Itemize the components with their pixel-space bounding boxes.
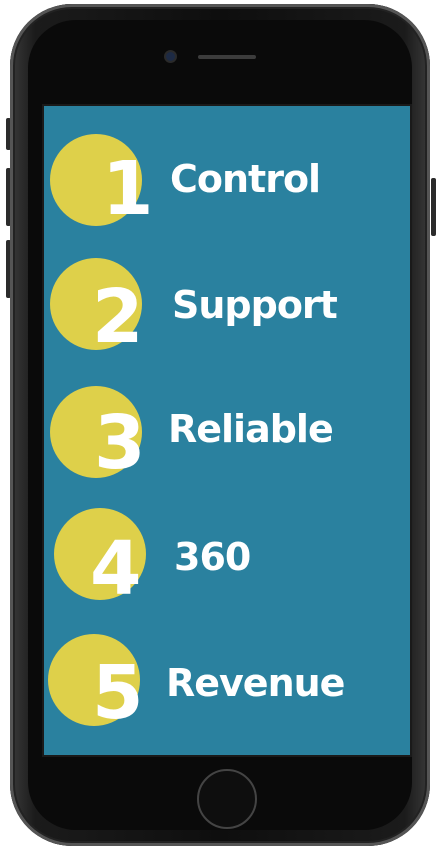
list-item: 5 Revenue	[44, 634, 410, 744]
phone-screen: 1 Control 2 Support 3 Reliable 4 360 5 R…	[42, 104, 412, 757]
earpiece-speaker	[198, 55, 256, 59]
home-button[interactable]	[197, 769, 257, 829]
item-number: 4	[90, 526, 142, 612]
list-item: 4 360	[44, 508, 410, 618]
phone-power-button	[431, 178, 436, 236]
item-label: Revenue	[166, 661, 345, 705]
item-number: 5	[92, 650, 144, 736]
item-number: 1	[102, 146, 154, 232]
front-camera-icon	[166, 52, 175, 61]
item-number: 2	[92, 274, 144, 360]
list-item: 1 Control	[44, 134, 410, 244]
list-item: 3 Reliable	[44, 386, 410, 496]
list-item: 2 Support	[44, 258, 410, 368]
item-number: 3	[94, 400, 146, 486]
item-label: Reliable	[168, 407, 334, 451]
item-label: Support	[172, 283, 338, 327]
item-label: Control	[170, 157, 321, 201]
phone-mockup: 1 Control 2 Support 3 Reliable 4 360 5 R…	[0, 0, 442, 852]
item-label: 360	[174, 535, 251, 579]
